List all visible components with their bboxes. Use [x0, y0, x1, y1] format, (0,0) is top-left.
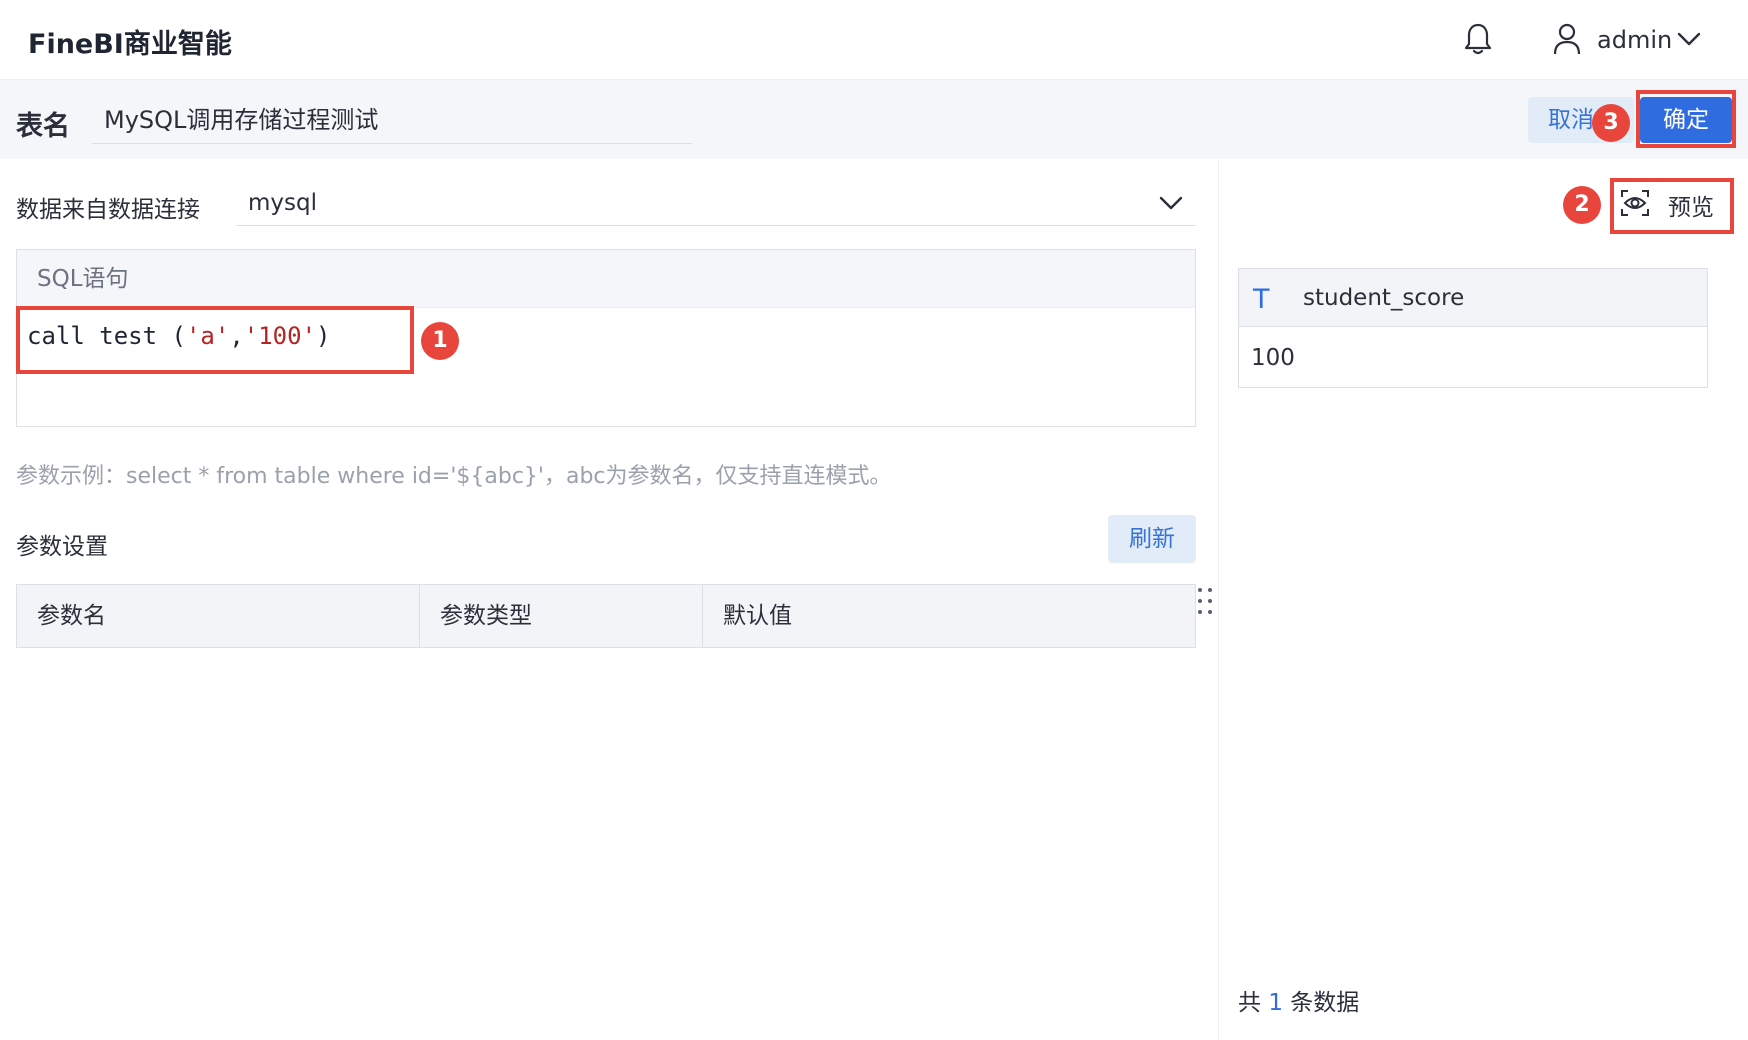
chevron-down-icon[interactable]: [1158, 192, 1184, 214]
text-type-icon: T: [1253, 284, 1270, 315]
result-column-name: student_score: [1303, 285, 1465, 311]
row-count-prefix: 共: [1238, 990, 1261, 1016]
parameter-table-header: 参数名 参数类型 默认值: [16, 584, 1196, 648]
parameter-settings-label: 参数设置: [16, 534, 108, 560]
row-count-suffix: 条数据: [1290, 990, 1360, 1016]
annotation-badge-3: 3: [1592, 104, 1630, 142]
data-connection-value: mysql: [248, 190, 317, 216]
chevron-down-icon[interactable]: [1676, 28, 1702, 50]
row-count: 共 1 条数据: [1238, 983, 1359, 1017]
panel-divider: [1218, 160, 1219, 1040]
app-title: FineBI商业智能: [28, 29, 232, 60]
row-count-number: 1: [1268, 990, 1283, 1016]
table-name-input[interactable]: MySQL调用存储过程测试: [92, 100, 692, 144]
annotation-box-sql: [16, 306, 414, 374]
preview-result-table: T student_score 100: [1238, 268, 1708, 388]
data-connection-select[interactable]: mysql: [236, 182, 1196, 226]
annotation-badge-2: 2: [1563, 186, 1601, 224]
drag-handle-icon[interactable]: [1196, 586, 1214, 616]
sql-editor-header: SQL语句: [17, 250, 1195, 308]
username[interactable]: admin: [1597, 26, 1672, 54]
column-param-type: 参数类型: [420, 585, 703, 647]
data-source-label: 数据来自数据连接: [16, 197, 200, 223]
bell-icon[interactable]: [1462, 22, 1494, 56]
column-default-value: 默认值: [723, 603, 792, 629]
user-icon[interactable]: [1552, 22, 1582, 56]
top-bar: FineBI商业智能 admin: [0, 0, 1748, 80]
result-cell: 100: [1251, 345, 1295, 371]
annotation-box-confirm: [1636, 90, 1736, 148]
refresh-button[interactable]: 刷新: [1108, 515, 1196, 563]
result-table-header: T student_score: [1239, 269, 1707, 327]
annotation-box-preview: [1610, 178, 1734, 234]
parameter-hint: 参数示例：select * from table where id='${abc…: [16, 464, 892, 489]
annotation-badge-1: 1: [421, 322, 459, 360]
table-name-label: 表名: [16, 111, 70, 142]
column-param-name: 参数名: [17, 585, 420, 647]
